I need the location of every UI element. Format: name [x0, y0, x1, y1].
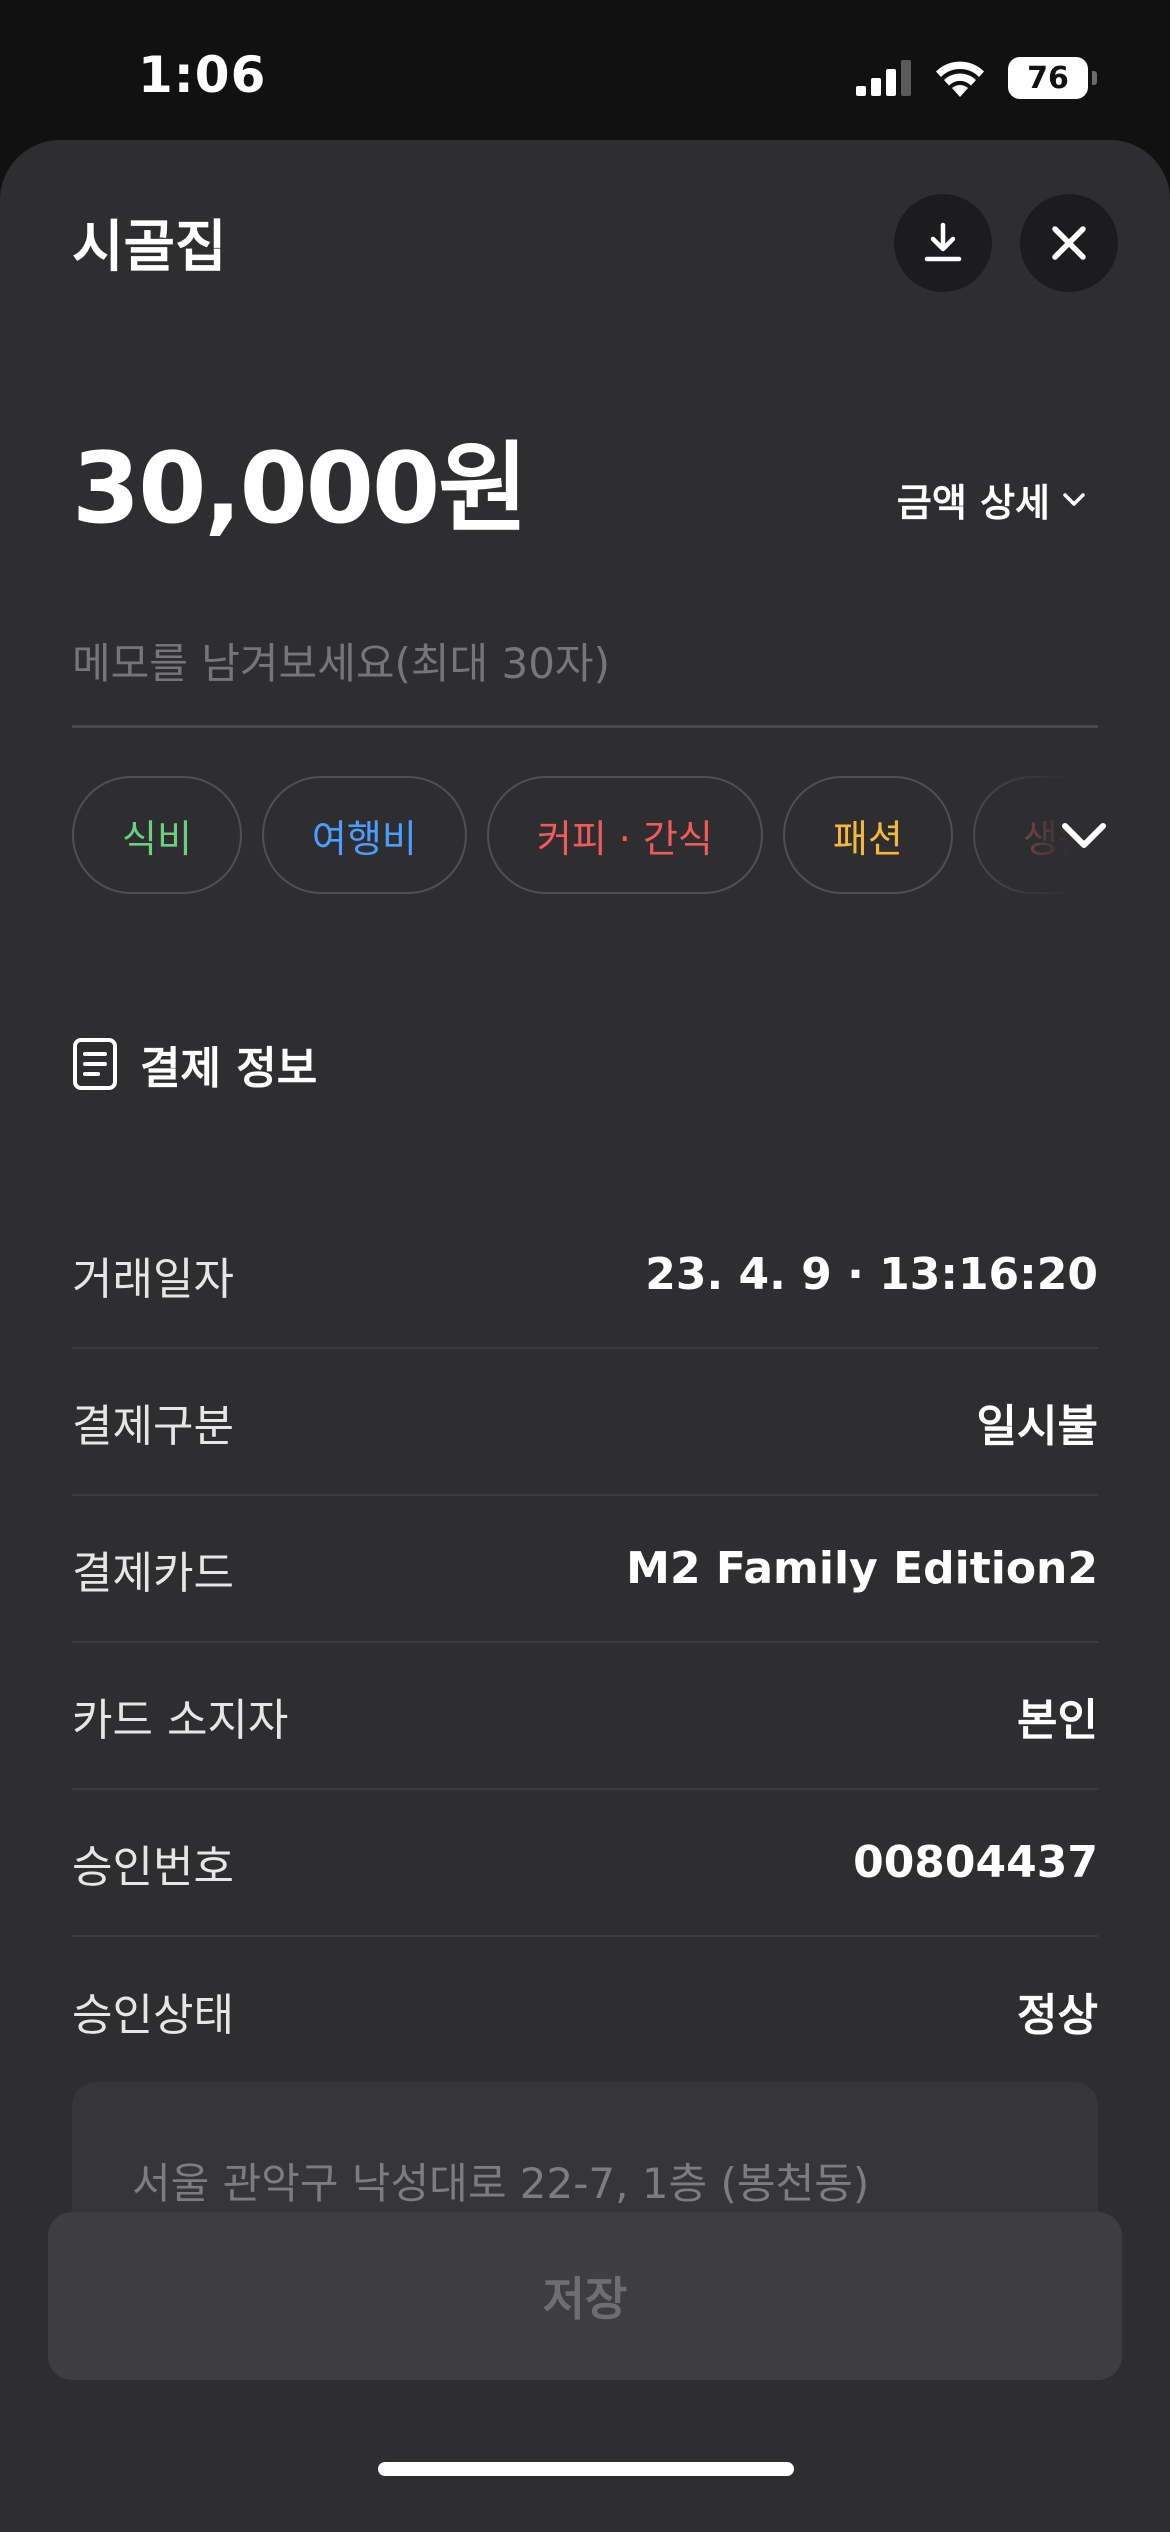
- category-chip-label: 여행비: [311, 816, 417, 861]
- wifi-icon: [936, 61, 984, 97]
- status-time: 1:06: [138, 46, 267, 104]
- payment-info-list: 거래일자 23. 4. 9 · 13:16:20 결제구분 일시불 결제카드 M…: [72, 1202, 1098, 2084]
- home-indicator[interactable]: [378, 2462, 794, 2476]
- receipt-icon: [73, 1038, 117, 1090]
- status-icons: 76: [856, 56, 1097, 100]
- memo-field[interactable]: [72, 620, 1098, 728]
- transaction-amount: 30,000원: [72, 432, 528, 546]
- info-value: 00804437: [853, 1837, 1098, 1888]
- info-row-payment-type: 결제구분 일시불: [72, 1349, 1098, 1496]
- memo-input[interactable]: [72, 620, 1098, 725]
- category-chip-list[interactable]: 식비 여행비 커피 · 간식 패션 생활: [72, 776, 1072, 896]
- info-label: 거래일자: [72, 1253, 234, 1305]
- category-chip-fashion[interactable]: 패션: [782, 776, 953, 894]
- transaction-detail-sheet: 시골집 30,000원 금액 상세 식비 여행비 커피 · 간식 패션: [0, 140, 1170, 2532]
- category-chip-label: 패션: [832, 816, 903, 861]
- chevron-down-icon: [1063, 492, 1085, 506]
- info-label: 결제구분: [72, 1400, 234, 1452]
- category-chip-label: 식비: [122, 816, 192, 861]
- status-bar: 1:06 76: [0, 0, 1170, 140]
- category-chip-travel[interactable]: 여행비: [261, 776, 467, 894]
- close-button[interactable]: [1020, 194, 1118, 292]
- payment-info-header: 결제 정보: [72, 1032, 317, 1096]
- info-label: 승인번호: [72, 1841, 234, 1893]
- close-icon: [1052, 226, 1086, 260]
- category-chip-coffee-snack[interactable]: 커피 · 간식: [486, 776, 763, 894]
- category-expand-button[interactable]: [1052, 800, 1116, 872]
- amount-detail-toggle[interactable]: 금액 상세: [897, 472, 1086, 527]
- section-title: 결제 정보: [140, 1043, 318, 1094]
- category-chip-label: 커피 · 간식: [536, 816, 713, 861]
- info-value: 정상: [1017, 1989, 1098, 2041]
- cellular-signal-icon: [856, 60, 911, 96]
- save-button[interactable]: 저장: [48, 2212, 1122, 2380]
- battery-level: 76: [1027, 60, 1069, 96]
- download-button[interactable]: [894, 194, 992, 292]
- category-chip-food[interactable]: 식비: [72, 776, 242, 894]
- info-value: 본인: [1017, 1694, 1098, 1746]
- info-value: M2 Family Edition2: [626, 1543, 1098, 1594]
- merchant-name: 시골집: [72, 215, 227, 280]
- info-row-approval-number: 승인번호 00804437: [72, 1790, 1098, 1937]
- info-label: 승인상태: [72, 1989, 234, 2041]
- download-icon: [924, 222, 962, 262]
- amount-detail-label: 금액 상세: [896, 481, 1050, 525]
- info-value: 23. 4. 9 · 13:16:20: [645, 1249, 1098, 1300]
- info-row-approval-status: 승인상태 정상: [72, 1937, 1098, 2084]
- chevron-down-icon: [1062, 823, 1106, 848]
- info-row-payment-card: 결제카드 M2 Family Edition2: [72, 1496, 1098, 1643]
- info-label: 결제카드: [72, 1547, 234, 1599]
- info-row-transaction-date: 거래일자 23. 4. 9 · 13:16:20: [72, 1202, 1098, 1349]
- info-row-card-holder: 카드 소지자 본인: [72, 1643, 1098, 1790]
- info-label: 카드 소지자: [72, 1694, 289, 1746]
- info-value: 일시불: [976, 1400, 1098, 1452]
- battery-indicator: 76: [1008, 57, 1097, 99]
